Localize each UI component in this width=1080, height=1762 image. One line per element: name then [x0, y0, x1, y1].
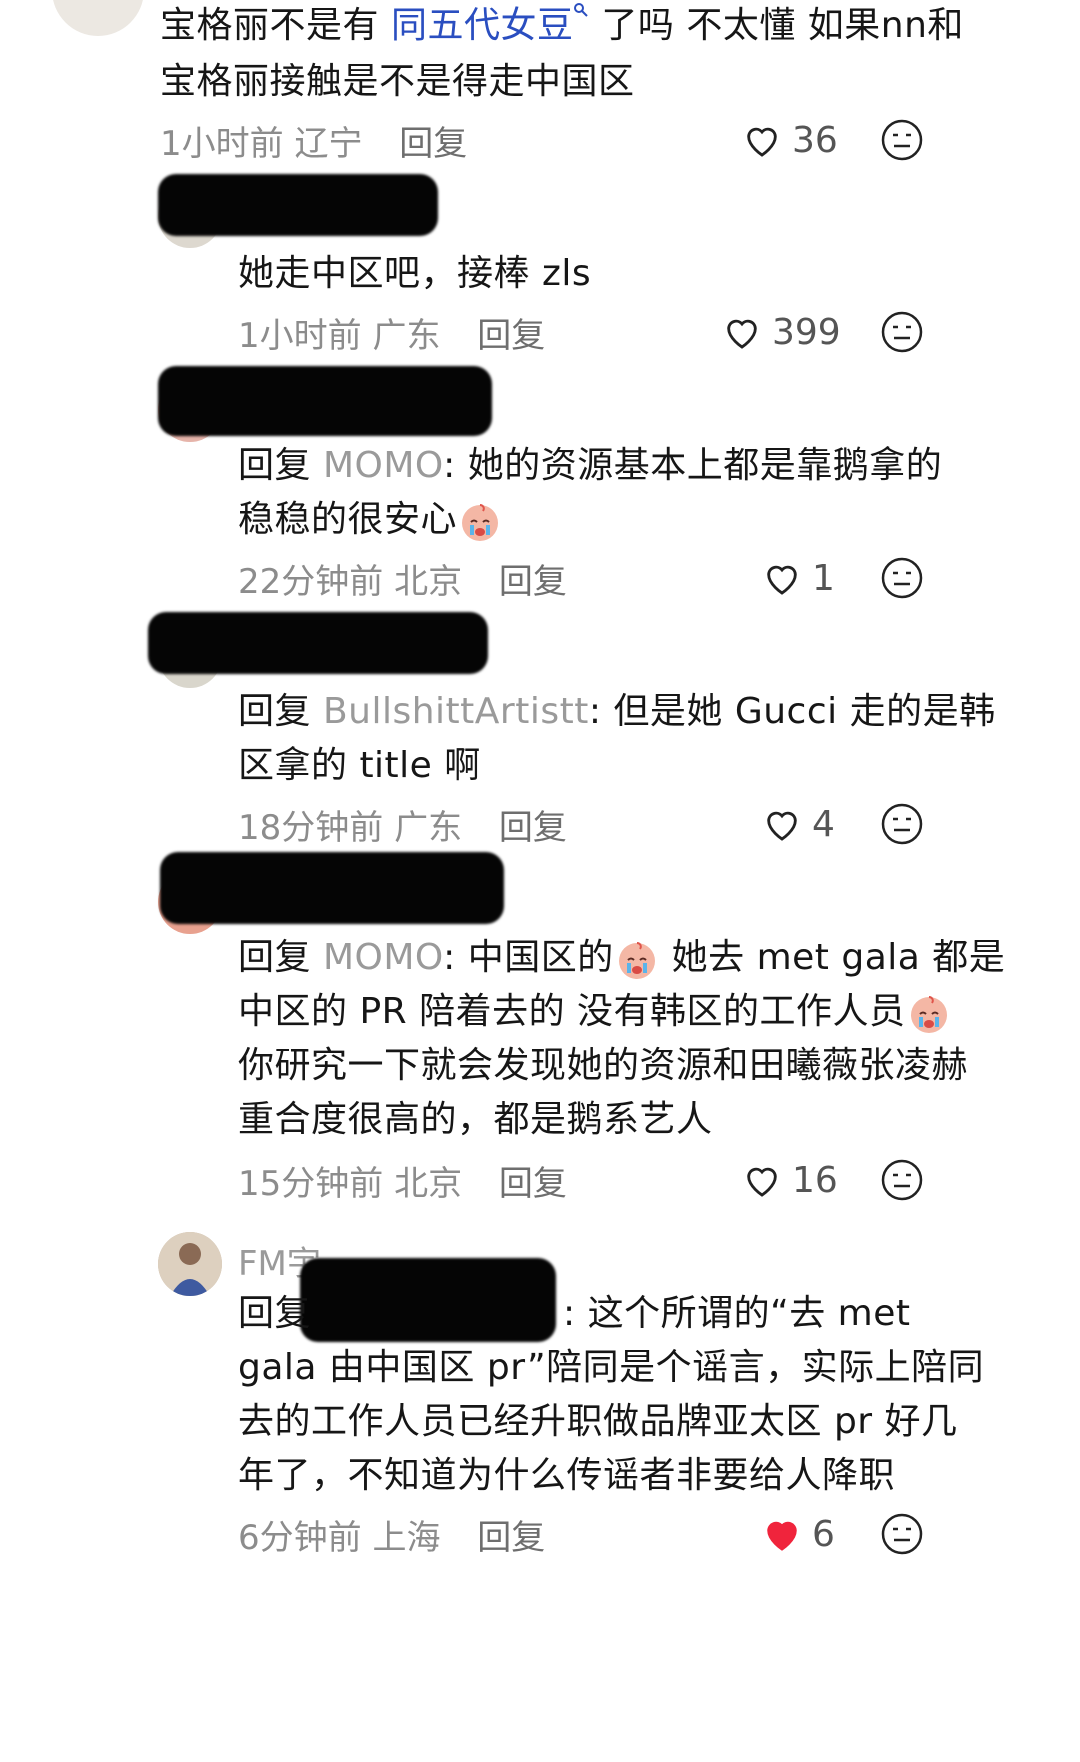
comment-meta: 18分钟前 广东 回复: [238, 800, 567, 849]
heart-icon: [767, 811, 797, 841]
dislike-face-icon[interactable]: [880, 310, 924, 354]
reply-button[interactable]: 回复: [399, 124, 467, 164]
avatar[interactable]: [52, 0, 144, 36]
comment-text-line: 稳稳的很安心: [238, 490, 503, 550]
like-button[interactable]: 399: [722, 304, 841, 360]
timestamp: 15分钟前: [238, 1164, 384, 1204]
like-count: 6: [812, 1513, 835, 1555]
comment-text: 回复 MOMO: 中国区的 她去 met gala 都是: [238, 928, 1005, 988]
redaction: [158, 366, 492, 436]
search-link[interactable]: 同五代女豆: [391, 3, 590, 46]
comment-meta: 6分钟前 上海 回复: [238, 1510, 545, 1559]
comment-text: 回复 MOMO: 她的资源基本上都是靠鹅拿的: [238, 445, 943, 486]
comment-text-line: 你研究一下就会发现她的资源和田曦薇张凌赫: [238, 1045, 969, 1086]
comment-meta: 1小时前 广东 回复: [238, 308, 545, 357]
comment-meta: 15分钟前 北京 回复: [238, 1156, 567, 1205]
comment-text: 回复: 这个所谓的“去 met: [238, 1293, 911, 1334]
mention-link[interactable]: MOMO: [323, 445, 443, 486]
search-icon: [574, 3, 589, 17]
like-button[interactable]: 36: [742, 112, 838, 168]
comment-text-line: 年了，不知道为什么传谣者非要给人降职: [238, 1455, 896, 1496]
location: 上海: [372, 1518, 441, 1558]
crying-emoji-icon: [910, 996, 947, 1033]
comment-text-line: 中区的 PR 陪着去的 没有韩区的工作人员: [238, 982, 952, 1042]
like-count: 36: [792, 119, 838, 161]
reply-button[interactable]: 回复: [499, 1164, 567, 1204]
timestamp: 1小时前: [160, 124, 284, 164]
timestamp: 22分钟前: [238, 562, 384, 602]
location: 广东: [372, 316, 441, 356]
comment-text-line: 去的工作人员已经升职做品牌亚太区 pr 好几: [238, 1401, 958, 1442]
heart-icon: [727, 319, 757, 349]
location: 北京: [394, 562, 463, 602]
comment-text-line: 重合度很高的，都是鹅系艺人: [238, 1099, 713, 1140]
like-count: 1: [812, 557, 835, 599]
comment-text: 回复 BullshittArtistt: 但是她 Gucci 走的是韩: [238, 691, 996, 732]
location: 北京: [394, 1164, 463, 1204]
comment-meta: 22分钟前 北京 回复: [238, 554, 567, 603]
redaction: [158, 174, 438, 236]
dislike-face-icon[interactable]: [880, 556, 924, 600]
redaction: [148, 612, 488, 674]
mention-link[interactable]: MOMO: [323, 937, 443, 978]
crying-emoji-icon: [462, 504, 499, 541]
location: 广东: [394, 808, 463, 848]
like-count: 16: [792, 1159, 838, 1201]
avatar[interactable]: [158, 1232, 222, 1296]
mention-link[interactable]: BullshittArtistt: [323, 691, 589, 732]
comment-text: 宝格丽不是有 同五代女豆 了吗 不太懂 如果nn和: [160, 0, 964, 56]
reply-button[interactable]: 回复: [499, 562, 567, 602]
like-count: 4: [812, 803, 835, 845]
avatar-photo: [158, 1232, 222, 1296]
like-button[interactable]: 16: [742, 1152, 838, 1208]
timestamp: 18分钟前: [238, 808, 384, 848]
like-button[interactable]: 4: [762, 796, 835, 852]
dislike-face-icon[interactable]: [880, 1158, 924, 1202]
reply-button[interactable]: 回复: [477, 1518, 545, 1558]
comment-text-line: 区拿的 title 啊: [238, 745, 481, 786]
like-button[interactable]: 1: [762, 550, 835, 606]
location: 辽宁: [294, 124, 363, 164]
reply-button[interactable]: 回复: [477, 316, 545, 356]
heart-icon: [747, 1167, 777, 1197]
like-count: 399: [772, 311, 841, 353]
redaction: [160, 852, 504, 924]
comment-meta: 1小时前 辽宁 回复: [160, 116, 467, 165]
comment-text-line: gala 由中国区 pr”陪同是个谣言，实际上陪同: [238, 1347, 985, 1388]
heart-filled-icon: [767, 1521, 797, 1551]
heart-icon: [747, 127, 777, 157]
dislike-face-icon[interactable]: [880, 1512, 924, 1556]
heart-icon: [767, 565, 797, 595]
timestamp: 1小时前: [238, 316, 362, 356]
reply-button[interactable]: 回复: [499, 808, 567, 848]
comment-text: 她走中区吧，接棒 zls: [238, 253, 592, 294]
dislike-face-icon[interactable]: [880, 118, 924, 162]
like-button[interactable]: 6: [762, 1506, 835, 1562]
timestamp: 6分钟前: [238, 1518, 362, 1558]
crying-emoji-icon: [618, 942, 655, 979]
dislike-face-icon[interactable]: [880, 802, 924, 846]
comment-text-line: 宝格丽接触是不是得走中国区: [160, 61, 635, 102]
